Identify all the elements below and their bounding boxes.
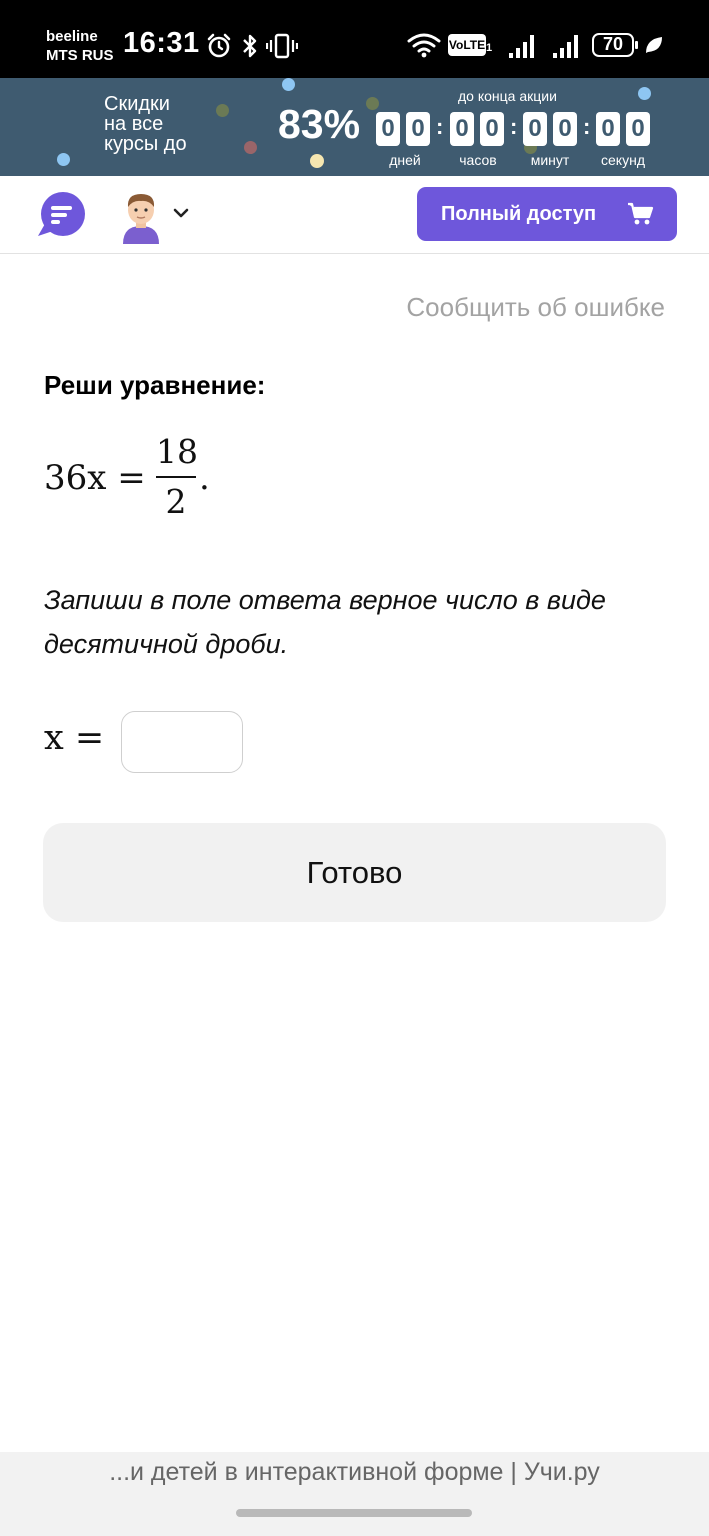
- top-nav: Полный доступ: [0, 176, 709, 254]
- discount-percent: 83%: [278, 101, 361, 147]
- bluetooth-icon: [243, 34, 257, 58]
- timer-digit: 0: [480, 112, 504, 146]
- promo-banner[interactable]: Скидки на все курсы до 83% до конца акци…: [0, 78, 709, 176]
- clock: 16:31: [123, 27, 200, 59]
- confetti-dot: [282, 78, 295, 91]
- status-bar: beeline MTS RUS 16:31 VoLTE 1 70: [0, 0, 709, 78]
- promo-line-2: на все: [104, 113, 164, 135]
- full-access-label: Полный доступ: [441, 202, 597, 225]
- volte-icon: VoLTE: [448, 34, 486, 56]
- wifi-icon: [407, 33, 441, 58]
- timer-separator: :: [436, 114, 444, 139]
- cart-icon: [628, 202, 654, 225]
- fraction-denominator: 2: [165, 482, 187, 521]
- timer-separator: :: [583, 114, 591, 139]
- timer-digit: 0: [406, 112, 430, 146]
- timer-digit: 0: [596, 112, 620, 146]
- timer-separator: :: [510, 114, 518, 139]
- timer-digit: 0: [626, 112, 650, 146]
- home-indicator[interactable]: [236, 1509, 472, 1517]
- equation-lhs: 36x =: [44, 458, 146, 498]
- battery-icon: 70: [592, 33, 634, 57]
- confetti-dot: [216, 104, 229, 117]
- avatar[interactable]: [119, 188, 163, 244]
- done-button[interactable]: Готово: [43, 823, 666, 922]
- report-error-link[interactable]: Сообщить об ошибке: [406, 292, 665, 323]
- confetti-dot: [310, 154, 324, 168]
- equation-end: .: [199, 458, 210, 498]
- browser-bottom-bar: ...и детей в интерактивной форме | Учи.р…: [0, 1452, 709, 1536]
- timer-digit: 0: [376, 112, 400, 146]
- countdown-caption: до конца акции: [458, 88, 557, 104]
- fraction-numerator: 18: [156, 432, 198, 471]
- confetti-dot: [57, 153, 70, 166]
- timer-digit: 0: [523, 112, 547, 146]
- chat-icon[interactable]: [36, 192, 86, 238]
- timer-label-seconds: секунд: [601, 152, 645, 168]
- timer-label-hours: часов: [459, 152, 497, 168]
- chevron-down-icon[interactable]: [172, 206, 190, 220]
- task-title: Реши уравнение:: [44, 370, 266, 400]
- signal-icon: [553, 35, 578, 58]
- timer-digit: 0: [553, 112, 577, 146]
- alarm-icon: [207, 33, 231, 58]
- answer-variable-label: x =: [44, 718, 105, 758]
- promo-line-3: курсы до: [104, 133, 187, 155]
- carrier-names: beeline MTS RUS: [46, 27, 114, 65]
- fraction-bar: [156, 476, 196, 478]
- timer-digit: 0: [450, 112, 474, 146]
- confetti-dot: [366, 97, 379, 110]
- confetti-dot: [244, 141, 257, 154]
- timer-label-minutes: минут: [530, 152, 570, 168]
- timer-label-days: дней: [389, 152, 421, 168]
- signal-icon: [509, 35, 534, 58]
- carrier-1: beeline: [46, 28, 98, 45]
- leaf-icon: [646, 37, 662, 53]
- volte-sim-number: 1: [486, 42, 493, 54]
- confetti-dot: [638, 87, 651, 100]
- answer-input[interactable]: [121, 711, 243, 773]
- task-instruction: Запиши в поле ответа верное число в виде…: [44, 585, 606, 659]
- page-title-bar[interactable]: ...и детей в интерактивной форме | Учи.р…: [0, 1458, 709, 1487]
- battery-cap: [635, 41, 638, 49]
- promo-line-1: Скидки: [104, 93, 170, 115]
- vibrate-icon: [266, 33, 298, 59]
- promo-text: Скидки на все курсы до: [104, 94, 187, 154]
- carrier-2: MTS RUS: [46, 47, 114, 64]
- full-access-button[interactable]: Полный доступ: [417, 187, 677, 241]
